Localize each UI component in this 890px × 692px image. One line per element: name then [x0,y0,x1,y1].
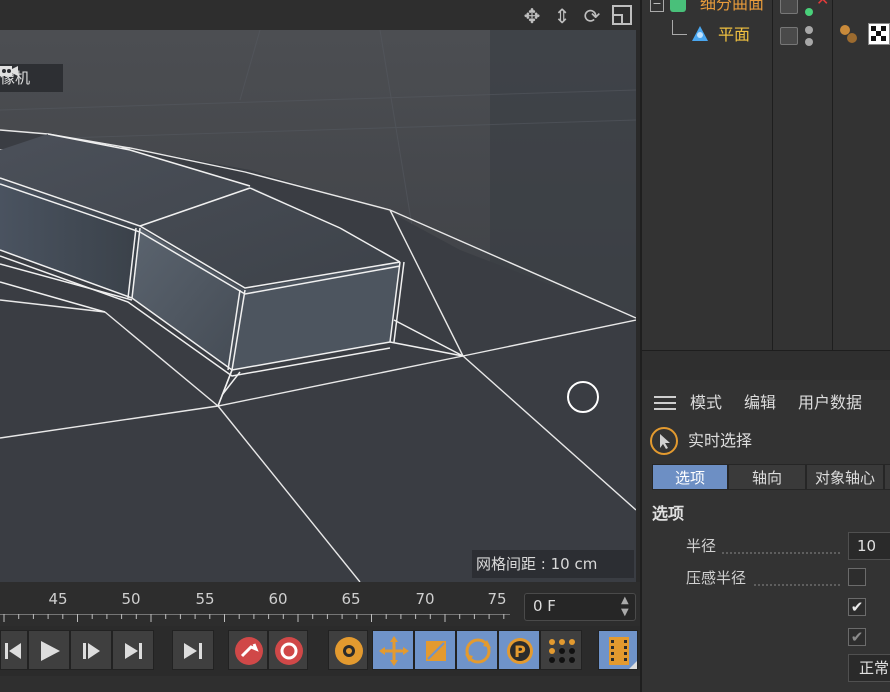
attributes-menubar: 模式 编辑 用户数据 [642,388,890,418]
tick-marks [0,614,510,622]
key-parameter-button[interactable]: P [498,630,540,670]
3d-viewport[interactable]: 像机 网格间距 : 10 cm [0,30,636,582]
rotate-view-icon[interactable]: ⟳ [580,4,604,28]
plane-icon [690,24,710,48]
goto-end-button[interactable] [172,630,214,670]
key-rotation-button[interactable] [456,630,498,670]
key-scale-button[interactable] [414,630,456,670]
disabled-x-icon[interactable]: ✕ [816,0,829,8]
tick-label: 75 [487,590,507,608]
spinner-up-icon[interactable]: ▲ [621,596,629,606]
label-leader [754,584,840,586]
pressure-radius-label: 压感半径 [686,569,747,587]
tick-label: 60 [268,590,288,608]
hamburger-menu-icon[interactable] [654,395,676,411]
move-view-icon[interactable]: ✥ [520,4,544,28]
collapse-toggle-icon[interactable]: − [650,0,664,12]
object-manager: − 细分曲面 ✕ 平面 [640,0,890,381]
radius-input[interactable]: 10 [848,532,890,560]
next-key-button[interactable] [112,630,154,670]
spinner-down-icon[interactable]: ▼ [621,608,629,618]
subdivision-surface-icon [670,0,686,12]
camera-label[interactable]: 像机 [0,64,63,92]
column-divider [772,0,773,378]
camera-icon [0,66,57,86]
key-position-button[interactable] [372,630,414,670]
section-heading: 选项 [652,504,685,523]
tree-connector [672,20,687,35]
key-point-level-button[interactable] [540,630,582,670]
attributes-panel: 模式 编辑 用户数据 实时选择 选项 轴向 对象轴心 选项 半径 10 压感半径… [640,380,890,692]
mode-select[interactable]: 正常 [848,654,890,682]
option-checkbox-disabled[interactable]: ✔ [848,628,866,646]
menu-user-data[interactable]: 用户数据 [798,388,862,418]
tool-title: 实时选择 [688,431,753,450]
object-manager-footer [642,350,890,381]
option-checkbox[interactable]: ✔ [848,598,866,616]
edit-mode-icon[interactable] [780,27,798,45]
current-frame-field[interactable]: 0 F ▲ ▼ [524,593,636,621]
editor-visibility-dot-icon[interactable] [805,26,813,34]
timeline-window-button[interactable] [598,630,638,670]
tick-label: 45 [48,590,68,608]
prev-key-button[interactable] [0,630,28,670]
tick-label: 65 [341,590,361,608]
tick-label: 50 [121,590,141,608]
edit-mode-icon[interactable] [780,0,798,14]
auto-key-button[interactable] [268,630,308,670]
tab-overflow[interactable] [884,464,890,490]
menu-mode[interactable]: 模式 [690,388,722,418]
texture-tag-icon[interactable] [868,23,890,45]
render-visibility-dot-icon[interactable] [805,38,813,46]
tick-label: 55 [195,590,215,608]
play-button[interactable] [28,630,70,670]
keyframe-settings-button[interactable] [328,630,368,670]
tab-object-axis[interactable]: 对象轴心 [806,464,884,490]
material-tag-icon[interactable] [838,23,860,49]
svg-text:P: P [514,642,526,661]
tab-axis[interactable]: 轴向 [728,464,806,490]
tree-row-subdivision[interactable]: − 细分曲面 ✕ [642,0,890,20]
radius-label: 半径 [686,537,717,555]
live-selection-icon [650,427,678,455]
record-keys-button[interactable] [228,630,268,670]
viewport-scene [0,30,636,582]
object-name[interactable]: 平面 [718,21,750,49]
label-leader [722,552,840,554]
visibility-dot-icon[interactable] [805,8,813,16]
pressure-radius-checkbox[interactable] [848,568,866,586]
grid-spacing-readout: 网格间距 : 10 cm [472,550,634,578]
viewport-toolbar: ✥ ⇕ ⟳ [0,0,640,30]
toggle-layout-icon[interactable] [610,4,634,28]
coordinate-manager-header [0,676,640,692]
tab-options[interactable]: 选项 [652,464,728,490]
next-frame-button[interactable] [70,630,112,670]
column-divider [832,0,833,378]
tick-label: 70 [415,590,435,608]
tree-row-plane[interactable]: 平面 [642,20,890,48]
object-name[interactable]: 细分曲面 [700,0,764,18]
zoom-view-icon[interactable]: ⇕ [550,4,574,28]
menu-edit[interactable]: 编辑 [744,388,776,418]
